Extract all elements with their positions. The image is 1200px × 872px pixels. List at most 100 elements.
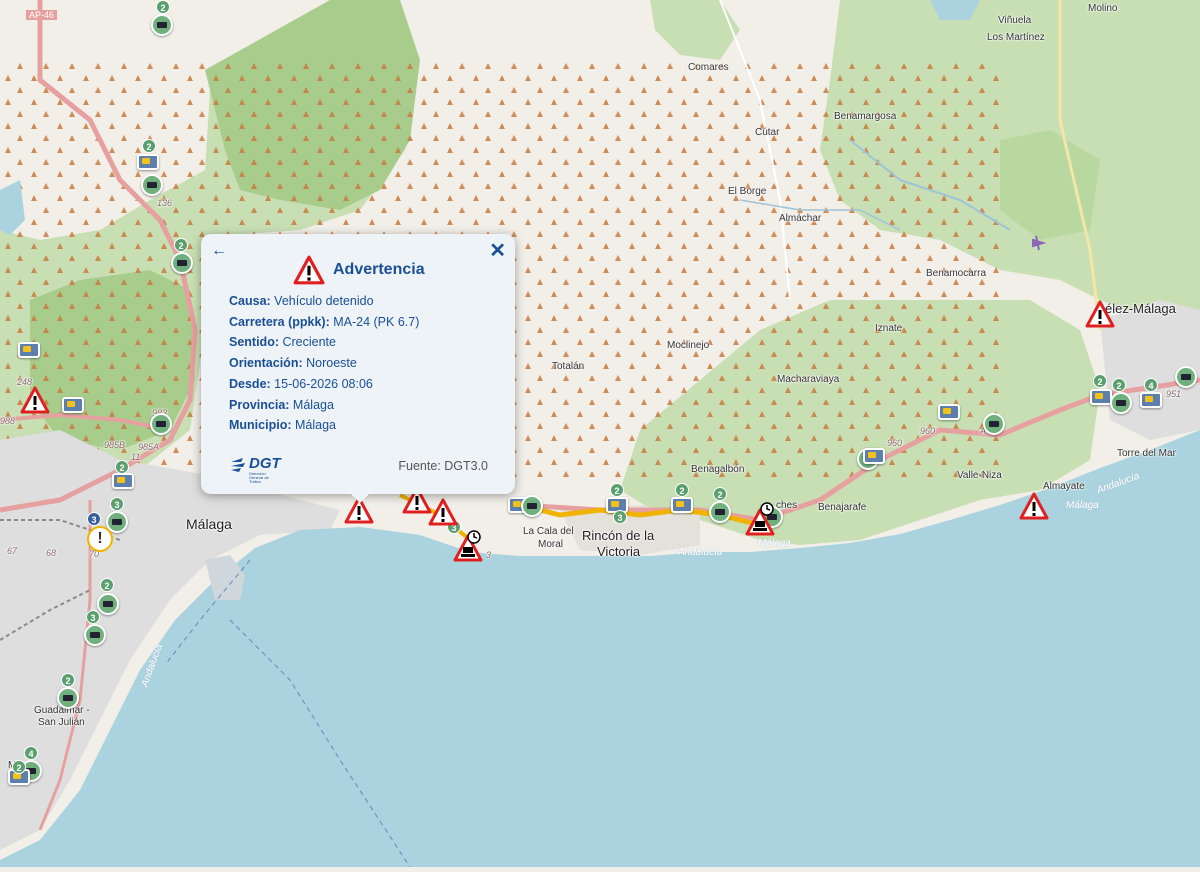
label-los-martinez: Los Martínez: [987, 32, 1045, 43]
radar-marker[interactable]: [863, 448, 885, 464]
detail-orientacion: Orientación: Noroeste: [229, 356, 357, 371]
cluster-count-badge: 2: [675, 483, 689, 497]
cluster-count-badge: 2: [142, 139, 156, 153]
popup-footer: DGT Dirección General de Tráfico Fuente:…: [229, 454, 488, 484]
road-960-b: 960: [920, 426, 936, 436]
label-guadalmar-2: San Julián: [38, 717, 85, 728]
label-molino: Molino: [1088, 3, 1118, 14]
cluster-count-badge: 3: [86, 610, 100, 624]
label-malaga: Málaga: [186, 516, 232, 532]
popup-header: Advertencia: [293, 254, 425, 286]
road-951: 951: [1166, 389, 1182, 399]
radar-marker[interactable]: [671, 497, 693, 513]
detail-provincia: Provincia: Málaga: [229, 397, 334, 412]
cluster-count-badge: 2: [61, 673, 75, 687]
label-rincon-2: Victoria: [597, 544, 641, 559]
camera-marker[interactable]: [141, 174, 163, 196]
warning-triangle-icon: [293, 255, 325, 285]
map-canvas[interactable]: Málaga Rincón de la Victoria La Cala del…: [0, 0, 1200, 868]
road-ap46: AP-46: [26, 10, 58, 20]
camera-marker[interactable]: [521, 495, 543, 517]
warning-triangle-icon[interactable]: [20, 386, 50, 414]
cluster-count-badge: 2: [174, 238, 188, 252]
radar-marker[interactable]: [18, 342, 40, 358]
coast-malaga-1: Málaga: [758, 538, 791, 549]
cluster-count-badge: 2: [713, 487, 727, 501]
road-985b: 985B: [104, 440, 126, 450]
cluster-count-badge: 3: [110, 497, 124, 511]
label-vinuela: Viñuela: [998, 15, 1032, 26]
detail-desde: Desde: 15-06-2026 08:06: [229, 376, 373, 391]
cluster-count-badge: 3: [613, 510, 627, 524]
detail-municipio: Municipio: Málaga: [229, 418, 336, 433]
incident-details: Causa: Vehículo detenido Carretera (ppkk…: [229, 291, 503, 436]
cluster-count-badge: 4: [24, 746, 38, 760]
camera-marker[interactable]: [1110, 392, 1132, 414]
label-almachar: Almáchar: [779, 213, 822, 224]
detail-sentido: Sentido: Creciente: [229, 335, 336, 350]
radar-marker[interactable]: [1140, 392, 1162, 408]
road-960-a: 960: [887, 438, 903, 448]
label-benagalbon: Benagalbón: [691, 464, 745, 475]
label-iznate: Iznate: [875, 323, 903, 334]
detail-causa: Causa: Vehículo detenido: [229, 294, 374, 308]
label-macharaviaya: Macharaviaya: [777, 374, 840, 385]
label-valle-niza: Valle-Niza: [957, 470, 1002, 481]
back-arrow-icon[interactable]: ←: [211, 242, 227, 260]
camera-marker[interactable]: [84, 624, 106, 646]
road-136: 136: [157, 198, 173, 208]
cluster-count-badge: 2: [100, 578, 114, 592]
label-el-borge: El Borge: [728, 186, 767, 197]
camera-marker[interactable]: [983, 413, 1005, 435]
radar-marker[interactable]: [938, 404, 960, 420]
coast-andalucia-1: Andalucía: [678, 547, 723, 558]
detail-carretera: Carretera (ppkk): MA-24 (PK 6.7): [229, 314, 420, 329]
info-marker[interactable]: !: [87, 526, 113, 552]
cluster-count-badge: 3: [87, 512, 101, 526]
radar-marker[interactable]: [1090, 389, 1112, 405]
popup-pointer: [351, 494, 369, 503]
road-3: 3: [486, 550, 492, 560]
radar-marker[interactable]: [137, 154, 159, 170]
label-totalan: Totalán: [552, 361, 585, 372]
camera-marker[interactable]: [57, 687, 79, 709]
cluster-count-badge: 2: [156, 0, 170, 14]
camera-marker[interactable]: [151, 14, 173, 36]
camera-marker[interactable]: [150, 413, 172, 435]
map-base-layer: [0, 0, 1200, 868]
close-icon[interactable]: ✕: [489, 238, 506, 263]
dgt-logo: DGT Dirección General de Tráfico: [229, 454, 289, 484]
warning-triangle-icon[interactable]: [1019, 492, 1049, 520]
road-988: 988: [0, 416, 16, 426]
source-label: Fuente: DGT3.0: [398, 459, 488, 473]
label-benajarafe: Benajarafe: [818, 502, 867, 513]
camera-marker[interactable]: [709, 501, 731, 523]
cluster-count-badge: 2: [1093, 374, 1107, 388]
label-almayate: Almayate: [1043, 481, 1085, 492]
camera-marker[interactable]: [1175, 366, 1197, 388]
label-rincon-1: Rincón de la: [582, 528, 655, 543]
label-comares: Comares: [688, 62, 729, 73]
clock-icon: [467, 530, 481, 544]
camera-marker[interactable]: [171, 252, 193, 274]
radar-marker[interactable]: [112, 473, 134, 489]
incident-popup: ← ✕ Advertencia Causa: Vehículo detenido…: [201, 234, 515, 503]
cluster-count-badge: 2: [610, 483, 624, 497]
label-cutar: Cútar: [755, 127, 780, 138]
road-67: 67: [7, 546, 18, 556]
cluster-count-badge: 2: [12, 760, 26, 774]
label-torre: Torre del Mar: [1117, 448, 1176, 459]
warning-triangle-icon[interactable]: [428, 498, 458, 526]
cluster-count-badge: 2: [115, 460, 129, 474]
camera-marker[interactable]: [97, 593, 119, 615]
radar-marker[interactable]: [62, 397, 84, 413]
road-11: 11: [131, 452, 141, 462]
label-cala-1: La Cala del: [523, 526, 574, 537]
cluster-count-badge: 2: [1112, 378, 1126, 392]
clock-icon: [760, 502, 774, 516]
road-985a: 985A: [138, 442, 160, 452]
warning-triangle-icon[interactable]: [1085, 300, 1115, 328]
label-benamargosa: Benamargosa: [834, 111, 897, 122]
popup-title: Advertencia: [333, 261, 425, 278]
label-moclinejo: Moclinejo: [667, 340, 710, 351]
